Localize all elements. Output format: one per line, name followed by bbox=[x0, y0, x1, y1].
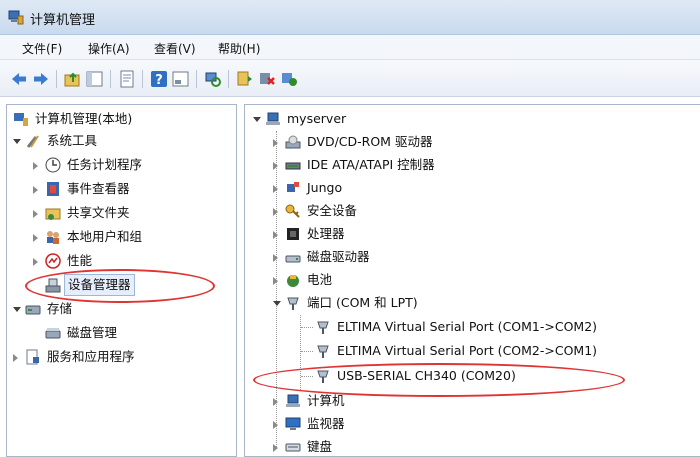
expand-arrow-icon[interactable] bbox=[273, 139, 278, 147]
computer-management-icon bbox=[8, 10, 24, 25]
uninstall-icon[interactable] bbox=[258, 70, 276, 88]
services-icon bbox=[26, 349, 39, 365]
tree-item-device-manager[interactable]: 设备管理器 bbox=[33, 274, 233, 296]
back-arrow-icon[interactable] bbox=[10, 70, 28, 88]
disk-drive-icon bbox=[285, 255, 301, 263]
expand-arrow-icon[interactable] bbox=[13, 139, 21, 144]
tree-item-disk-management[interactable]: 磁盘管理 bbox=[33, 323, 233, 343]
expand-arrow-icon[interactable] bbox=[273, 444, 278, 452]
device-category-jungo[interactable]: Jungo bbox=[273, 178, 693, 198]
device-category-ide[interactable]: IDE ATA/ATAPI 控制器 bbox=[273, 155, 693, 175]
serial-port-icon bbox=[317, 321, 329, 334]
tree-item-shared-folders[interactable]: 共享文件夹 bbox=[33, 203, 233, 223]
tools-icon bbox=[26, 135, 39, 148]
title-bar: 计算机管理 bbox=[0, 0, 700, 35]
expand-arrow-icon[interactable] bbox=[273, 185, 278, 193]
window-title: 计算机管理 bbox=[30, 13, 96, 28]
performance-icon bbox=[45, 253, 61, 269]
device-category-keyboard[interactable]: 键盘 bbox=[273, 437, 693, 457]
device-category-security[interactable]: 安全设备 bbox=[273, 201, 693, 221]
device-root-myserver[interactable]: myserver bbox=[253, 109, 693, 129]
ide-controller-icon bbox=[285, 162, 301, 170]
device-category-battery[interactable]: 电池 bbox=[273, 270, 693, 290]
expand-arrow-icon[interactable] bbox=[273, 421, 278, 429]
expand-arrow-icon[interactable] bbox=[273, 277, 278, 285]
expand-arrow-icon[interactable] bbox=[33, 186, 38, 194]
computer-management-icon bbox=[14, 113, 28, 126]
tree-item-performance[interactable]: 性能 bbox=[33, 251, 233, 271]
forward-arrow-icon[interactable] bbox=[32, 70, 50, 88]
properties-icon[interactable] bbox=[118, 70, 136, 88]
jungo-device-icon bbox=[287, 182, 299, 192]
expand-arrow-icon[interactable] bbox=[273, 208, 278, 216]
expand-arrow-icon[interactable] bbox=[13, 354, 18, 362]
computer-icon bbox=[286, 394, 300, 407]
tree-item-computer-management[interactable]: 计算机管理(本地) bbox=[13, 109, 233, 129]
expand-arrow-icon[interactable] bbox=[33, 234, 38, 242]
monitor-icon bbox=[285, 417, 301, 430]
disable-device-icon[interactable] bbox=[280, 70, 298, 88]
show-tree-icon[interactable] bbox=[86, 70, 104, 88]
tree-item-services-apps[interactable]: 服务和应用程序 bbox=[13, 347, 233, 367]
expand-arrow-icon[interactable] bbox=[273, 162, 278, 170]
clock-icon bbox=[45, 157, 61, 173]
up-folder-icon[interactable] bbox=[64, 70, 82, 88]
help-icon[interactable]: ? bbox=[150, 70, 168, 88]
menu-action[interactable]: 操作(A) bbox=[88, 40, 130, 57]
shared-folder-icon bbox=[45, 208, 61, 220]
expand-arrow-icon[interactable] bbox=[273, 398, 278, 406]
serial-port-icon bbox=[317, 370, 329, 383]
expand-arrow-icon[interactable] bbox=[273, 301, 281, 306]
port-icon bbox=[287, 297, 299, 310]
device-port-eltima-com1[interactable]: ELTIMA Virtual Serial Port (COM1->COM2) bbox=[303, 317, 693, 337]
dvd-drive-icon bbox=[285, 135, 301, 149]
menu-view[interactable]: 查看(V) bbox=[154, 40, 196, 57]
device-category-computer[interactable]: 计算机 bbox=[273, 391, 693, 411]
expand-arrow-icon[interactable] bbox=[253, 117, 261, 122]
expand-arrow-icon[interactable] bbox=[33, 210, 38, 218]
device-category-monitor[interactable]: 监视器 bbox=[273, 414, 693, 434]
expand-arrow-icon[interactable] bbox=[33, 162, 38, 170]
device-category-processor[interactable]: 处理器 bbox=[273, 224, 693, 244]
tree-item-event-viewer[interactable]: 事件查看器 bbox=[33, 179, 233, 199]
expand-arrow-icon[interactable] bbox=[13, 307, 21, 312]
svg-text:?: ? bbox=[155, 73, 163, 88]
menu-file[interactable]: 文件(F) bbox=[22, 40, 62, 57]
console-tree-icon[interactable] bbox=[172, 70, 190, 88]
expand-arrow-icon[interactable] bbox=[273, 231, 278, 239]
computer-icon bbox=[266, 112, 280, 125]
device-port-usb-serial-ch340[interactable]: USB-SERIAL CH340 (COM20) bbox=[303, 366, 693, 386]
tree-item-local-users[interactable]: 本地用户和组 bbox=[33, 227, 233, 247]
tree-item-task-scheduler[interactable]: 任务计划程序 bbox=[33, 155, 233, 175]
tree-item-storage[interactable]: 存储 bbox=[13, 299, 233, 319]
key-icon bbox=[285, 204, 300, 218]
device-category-disk-drives[interactable]: 磁盘驱动器 bbox=[273, 247, 693, 267]
device-category-dvd[interactable]: DVD/CD-ROM 驱动器 bbox=[273, 132, 693, 152]
event-viewer-icon bbox=[47, 182, 59, 196]
device-category-ports[interactable]: 端口 (COM 和 LPT) bbox=[273, 293, 693, 313]
console-tree-pane[interactable]: 计算机管理(本地) 系统工具 任务计划程序 事件查看器 共享文件夹 本地用户和组… bbox=[6, 104, 237, 457]
device-manager-icon bbox=[45, 278, 61, 293]
device-port-eltima-com2[interactable]: ELTIMA Virtual Serial Port (COM2->COM1) bbox=[303, 341, 693, 361]
menu-bar: 文件(F) 操作(A) 查看(V) 帮助(H) bbox=[0, 35, 700, 60]
expand-arrow-icon[interactable] bbox=[33, 258, 38, 266]
users-icon bbox=[47, 231, 59, 244]
keyboard-icon bbox=[285, 443, 301, 452]
update-driver-icon[interactable] bbox=[236, 70, 254, 88]
toolbar: ? bbox=[0, 60, 700, 97]
storage-icon bbox=[25, 305, 41, 315]
device-tree-pane[interactable]: myserver DVD/CD-ROM 驱动器 IDE ATA/ATAPI 控制… bbox=[244, 104, 700, 457]
battery-icon bbox=[287, 275, 299, 287]
processor-icon bbox=[287, 228, 299, 240]
tree-item-system-tools[interactable]: 系统工具 bbox=[13, 131, 233, 151]
menu-help[interactable]: 帮助(H) bbox=[218, 40, 260, 57]
serial-port-icon bbox=[317, 345, 329, 358]
disk-icon bbox=[45, 328, 61, 339]
scan-hardware-icon[interactable] bbox=[204, 70, 222, 88]
expand-arrow-icon[interactable] bbox=[273, 254, 278, 262]
